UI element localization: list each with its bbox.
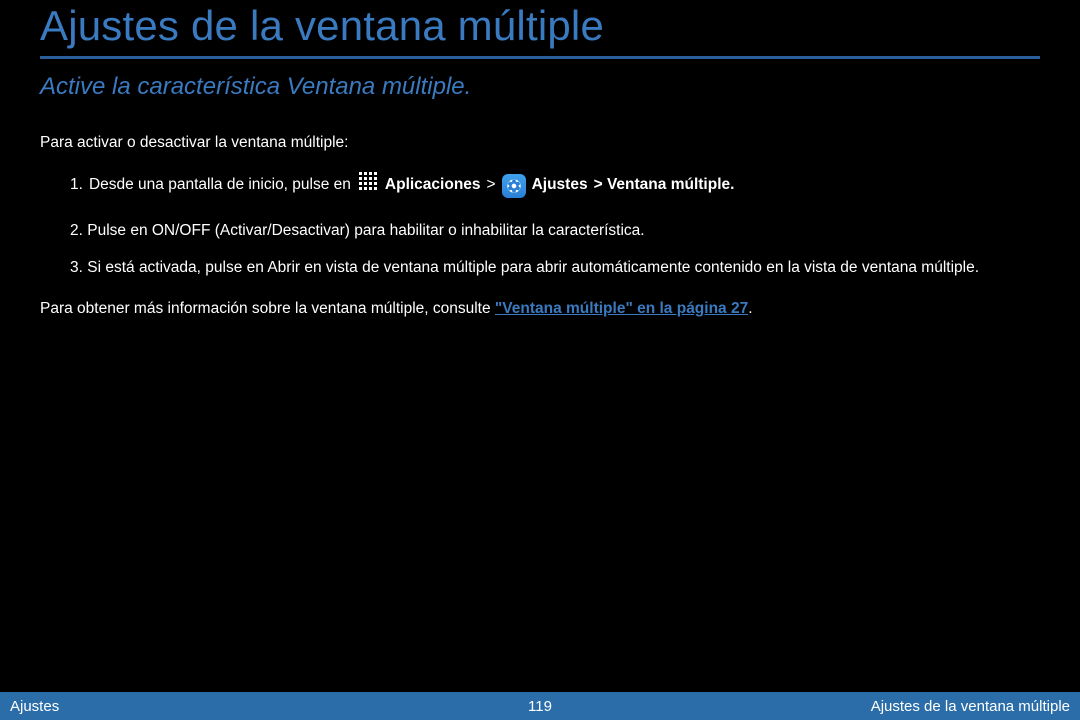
apps-label: Aplicaciones	[385, 173, 481, 198]
step-1-number: 1.	[70, 173, 83, 198]
page-subtitle: Active la característica Ventana múltipl…	[40, 73, 1040, 101]
step-3: 3. Si está activada, pulse en Abrir en v…	[70, 256, 1040, 279]
step-3-number: 3.	[70, 259, 83, 276]
step-2-text: Pulse en ON/OFF (Activar/Desactivar) par…	[87, 222, 644, 239]
intro-text: Para activar o desactivar la ventana múl…	[40, 131, 1040, 154]
settings-icon	[502, 174, 526, 198]
footer-right: Ajustes de la ventana múltiple	[871, 698, 1070, 715]
step-1: 1. Desde una pantalla de inicio, pulse e…	[70, 170, 1040, 201]
step-2: 2. Pulse en ON/OFF (Activar/Desactivar) …	[70, 219, 1040, 242]
page-title: Ajustes de la ventana múltiple	[40, 0, 1040, 50]
title-divider	[40, 56, 1040, 59]
step-1-seg1: Desde una pantalla de inicio, pulse en	[89, 173, 351, 198]
step-3-text: Si está activada, pulse en Abrir en vist…	[87, 259, 979, 276]
step-1-seg3: > Ventana múltiple.	[594, 173, 735, 198]
cross-reference-link[interactable]: "Ventana múltiple" en la página 27	[495, 300, 748, 317]
apps-icon	[357, 170, 379, 201]
step-1-seg2: >	[487, 173, 496, 198]
link-suffix: .	[748, 300, 752, 317]
step-2-number: 2.	[70, 222, 83, 239]
settings-label: Ajustes	[532, 173, 588, 198]
cross-reference-line: Para obtener más información sobre la ve…	[40, 300, 1040, 318]
page-footer: Ajustes 119 Ajustes de la ventana múltip…	[0, 692, 1080, 720]
footer-left: Ajustes	[10, 698, 59, 715]
link-prefix: Para obtener más información sobre la ve…	[40, 300, 491, 317]
